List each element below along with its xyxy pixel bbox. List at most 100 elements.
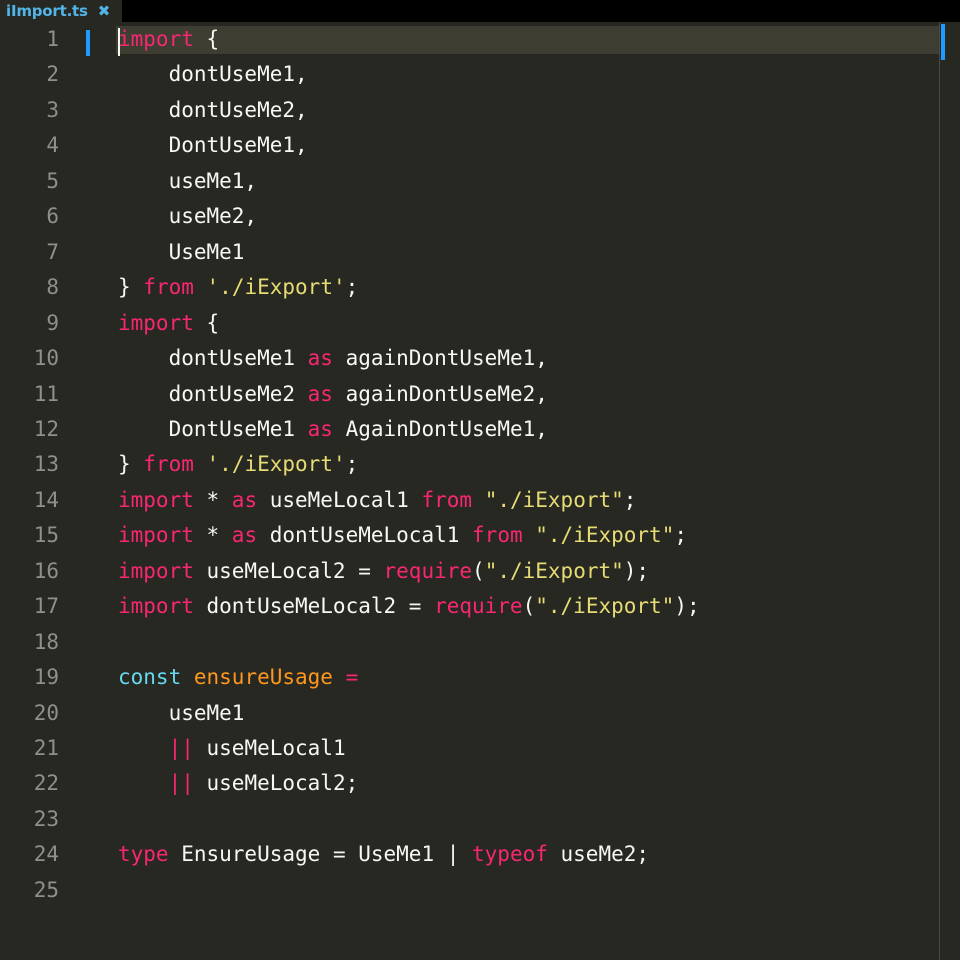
code-line[interactable]: 16 import useMeLocal2 = require("./iExpor… [0, 554, 939, 589]
tab-iimport[interactable]: iImport.ts ✖ [0, 0, 122, 22]
code-line[interactable]: 15 import * as dontUseMeLocal1 from "./iE… [0, 518, 939, 553]
line-number: 22 [33, 771, 59, 796]
code-line[interactable]: 12 DontUseMe1 as AgainDontUseMe1, [0, 412, 939, 447]
code-line[interactable]: 23 [0, 802, 939, 837]
code-line[interactable]: 8} from './iExport'; [0, 270, 939, 305]
code-token: || [168, 771, 194, 796]
code-text: import dontUseMeLocal2 = require("./iExp… [118, 589, 700, 624]
code-token: || [168, 736, 194, 760]
line-number: 13 [33, 452, 59, 477]
line-number: 24 [33, 842, 59, 867]
code-token: ); [674, 594, 700, 619]
code-token: * [193, 487, 232, 512]
code-token: useMeLocal1 [257, 487, 422, 512]
code-line[interactable]: 19 const ensureUsage = [0, 660, 939, 695]
code-text: dontUseMe1 as againDontUseMe1, [118, 341, 548, 376]
code-text: } from './iExport'; [118, 447, 358, 482]
code-line[interactable]: 17 import dontUseMeLocal2 = require("./iE… [0, 589, 939, 624]
code-text: import * as useMeLocal1 from "./iExport"… [118, 483, 636, 518]
line-number: 2 [46, 62, 59, 87]
line-number: 7 [46, 239, 59, 264]
code-token: { [193, 310, 220, 335]
code-token: require [434, 594, 523, 619]
code-line[interactable]: 11 dontUseMe2 as againDontUseMe2, [0, 377, 939, 412]
tab-bar: iImport.ts ✖ [0, 0, 960, 22]
line-number: 6 [46, 204, 59, 229]
close-icon[interactable]: ✖ [98, 2, 111, 20]
code-token: ; [674, 523, 687, 548]
code-token: DontUseMe1, [118, 133, 308, 158]
code-line[interactable]: 14 import * as useMeLocal1 from "./iExpor… [0, 483, 939, 518]
code-line[interactable]: 10 dontUseMe1 as againDontUseMe1, [0, 341, 939, 376]
code-token: as [307, 381, 333, 406]
scrollbar-thumb[interactable] [941, 24, 945, 60]
line-number: 14 [33, 487, 59, 512]
code-token: typeof [472, 842, 548, 867]
code-token: './iExport' [206, 452, 346, 477]
code-line[interactable]: 24 type EnsureUsage = UseMe1 | typeof use… [0, 837, 939, 872]
code-token: useMe2; [547, 842, 650, 867]
code-token: require [383, 558, 473, 583]
code-line[interactable]: 4 DontUseMe1, [0, 128, 939, 163]
code-token: useMe1 [118, 700, 245, 725]
code-token: UseMe1 [118, 239, 245, 264]
code-token: import [118, 310, 194, 335]
code-token: dontUseMeLocal1 [257, 523, 473, 548]
code-text: import { [118, 22, 219, 57]
code-line[interactable]: 2 dontUseMe1, [0, 57, 939, 92]
tab-title: iImport.ts [6, 2, 88, 20]
text-caret [118, 28, 120, 56]
line-number: 9 [46, 310, 59, 335]
code-line[interactable]: 1 import { [0, 22, 939, 57]
code-token: ( [522, 594, 536, 619]
code-text: type EnsureUsage = UseMe1 | typeof useMe… [118, 837, 649, 872]
code-text: useMe2, [118, 199, 258, 234]
code-token: as [307, 416, 333, 441]
line-number: 16 [33, 558, 59, 583]
code-token: type [118, 842, 169, 867]
code-token: './iExport' [206, 275, 346, 300]
code-token: EnsureUsage = UseMe1 | [168, 842, 473, 867]
code-line[interactable]: 9 import { [0, 306, 939, 341]
line-number: 3 [46, 97, 59, 122]
line-number: 10 [33, 346, 59, 371]
code-token: "./iExport" [535, 594, 675, 619]
code-token: ensureUsage [193, 665, 333, 690]
code-token: useMe2, [118, 204, 258, 229]
code-line[interactable]: 18 [0, 625, 939, 660]
code-line[interactable]: 5 useMe1, [0, 164, 939, 199]
code-token: AgainDontUseMe1, [332, 416, 548, 441]
line-number: 15 [33, 523, 59, 548]
code-token: import [118, 558, 194, 583]
code-token: import [118, 487, 194, 512]
code-token: as [231, 523, 258, 548]
scrollbar-track[interactable] [939, 22, 940, 960]
code-line[interactable]: 22 || useMeLocal2; [0, 766, 939, 801]
code-token: ; [345, 452, 359, 477]
code-token: from [143, 275, 194, 300]
code-text: useMe1 [118, 696, 245, 731]
code-token: "./iExport" [535, 523, 675, 548]
code-line[interactable]: 25 [0, 873, 939, 908]
code-line[interactable]: 20 useMe1 [0, 696, 939, 731]
code-token: } [118, 275, 144, 300]
code-line[interactable]: 3 dontUseMe2, [0, 93, 939, 128]
code-text: useMe1, [118, 164, 258, 199]
line-number: 20 [33, 700, 59, 725]
code-token: as [231, 487, 258, 512]
code-token: as [307, 346, 333, 371]
code-text: dontUseMe2 as againDontUseMe2, [118, 377, 548, 412]
code-line[interactable]: 13 } from './iExport'; [0, 447, 939, 482]
code-token: DontUseMe1 [118, 416, 308, 441]
code-line[interactable]: 7 UseMe1 [0, 235, 939, 270]
code-token: ; [345, 275, 359, 300]
code-line[interactable]: 21 || useMeLocal1 [0, 731, 939, 766]
code-token: againDontUseMe1, [332, 346, 548, 371]
code-token: const [118, 665, 182, 690]
code-token: from [472, 523, 523, 548]
code-text: dontUseMe2, [118, 93, 308, 128]
code-line[interactable]: 6 useMe2, [0, 199, 939, 234]
code-editor[interactable]: 1 import {2 dontUseMe1, 3 dontUseMe2, 4 Don… [0, 22, 960, 960]
